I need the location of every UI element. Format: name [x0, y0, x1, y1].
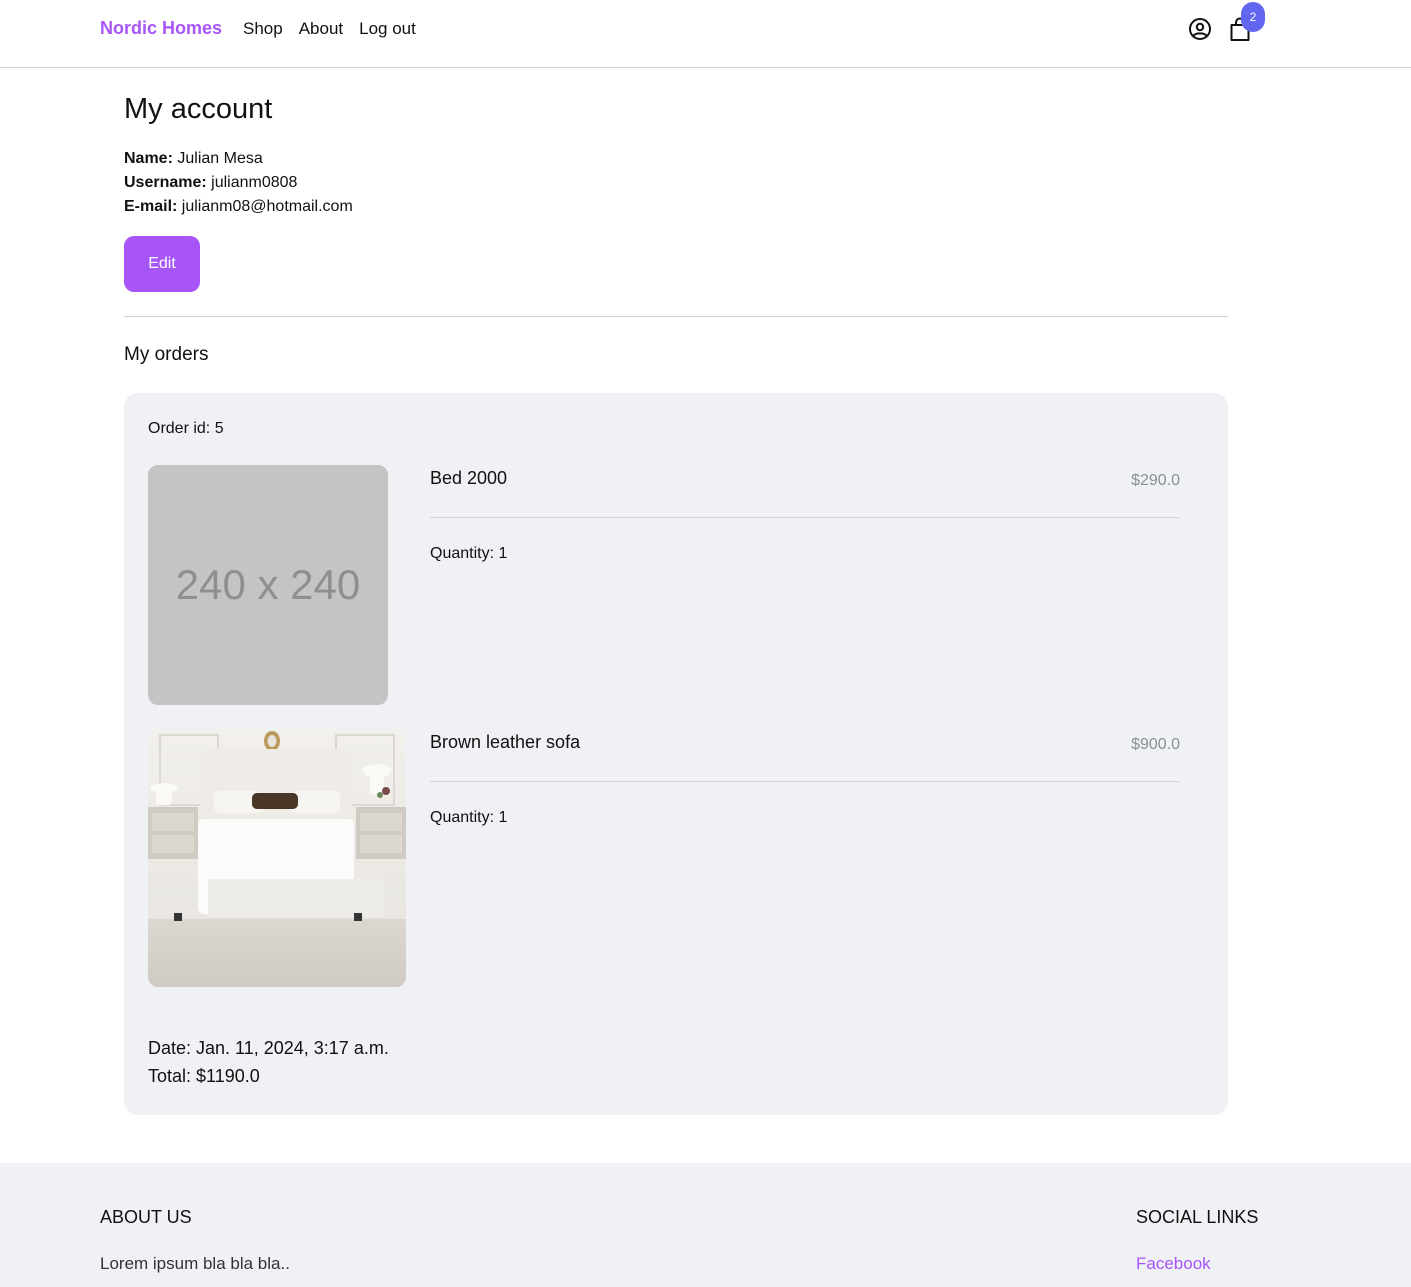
order-card: Order id: 5 240 x 240 Bed 2000 $290.0 Qu…: [124, 393, 1228, 1115]
email-value: julianm08@hotmail.com: [181, 198, 353, 215]
order-item-price: $290.0: [1131, 472, 1180, 489]
username-label: Username:: [124, 174, 207, 191]
order-date: Date: Jan. 11, 2024, 3:17 a.m.: [148, 1038, 389, 1058]
account-email-row: E-mail: julianm08@hotmail.com: [124, 198, 353, 216]
email-label: E-mail:: [124, 198, 178, 215]
section-divider: [124, 316, 1228, 317]
user-account-icon[interactable]: [1188, 17, 1212, 41]
order-id: Order id: 5: [148, 420, 224, 437]
account-name-row: Name: Julian Mesa: [124, 150, 263, 168]
product-image-bed-photo: [148, 729, 406, 987]
nav-link-logout[interactable]: Log out: [359, 19, 416, 39]
order-item-quantity: Quantity: 1: [430, 809, 508, 826]
nav-link-about[interactable]: About: [299, 19, 343, 39]
order-total: Total: $1190.0: [148, 1066, 260, 1086]
order-item-quantity: Quantity: 1: [430, 545, 508, 562]
order-item-name: Brown leather sofa: [430, 732, 581, 752]
facebook-link[interactable]: Facebook: [1136, 1254, 1211, 1274]
brand-logo[interactable]: Nordic Homes: [100, 18, 222, 39]
site-footer: ABOUT US Lorem ipsum bla bla bla.. SOCIA…: [0, 1163, 1411, 1287]
nav-link-shop[interactable]: Shop: [243, 19, 283, 39]
username-value: julianm0808: [211, 174, 298, 191]
footer-about-heading: ABOUT US: [100, 1207, 192, 1227]
product-image-placeholder: 240 x 240: [148, 465, 388, 705]
order-item-name: Bed 2000: [430, 468, 508, 488]
orders-section-title: My orders: [124, 344, 209, 365]
main-nav: Shop About Log out: [243, 19, 416, 39]
name-label: Name:: [124, 150, 173, 167]
account-username-row: Username: julianm0808: [124, 174, 297, 192]
order-item-price: $900.0: [1131, 736, 1180, 753]
edit-account-button[interactable]: Edit: [124, 236, 200, 292]
cart-count-badge: 2: [1241, 2, 1265, 32]
footer-social-heading: SOCIAL LINKS: [1136, 1207, 1259, 1227]
page-title: My account: [124, 93, 273, 125]
order-item-divider: [430, 517, 1180, 518]
name-value: Julian Mesa: [177, 150, 263, 167]
order-item-divider: [430, 781, 1180, 782]
footer-about-text: Lorem ipsum bla bla bla..: [100, 1254, 290, 1273]
navbar: Nordic Homes Shop About Log out 2: [0, 0, 1411, 68]
